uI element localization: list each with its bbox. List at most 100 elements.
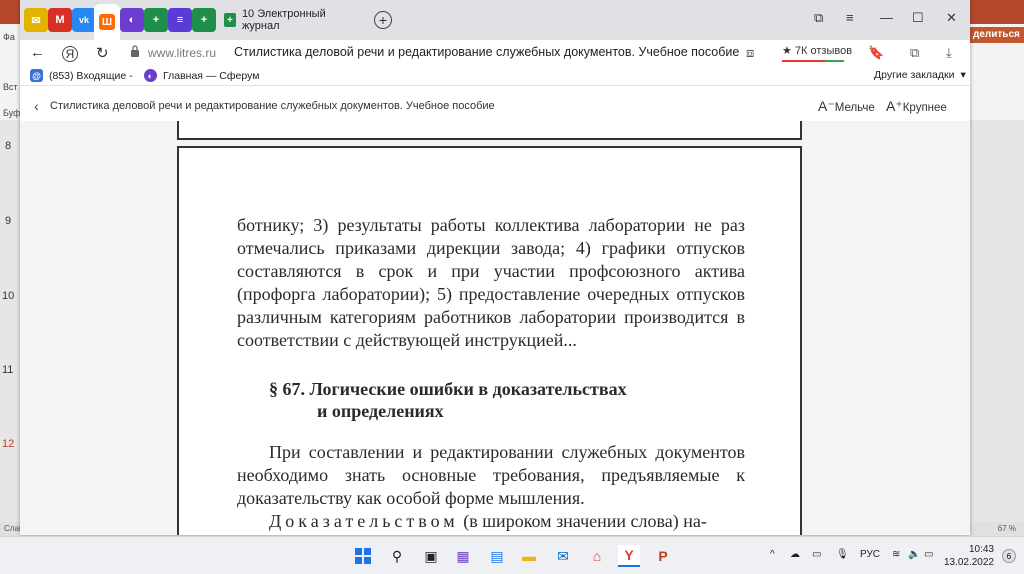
maximize-button[interactable]: ☐ [912,10,924,26]
reader-mode-icon[interactable]: ⧉ [910,45,919,61]
clock[interactable]: 10:43 13.02.2022 [944,543,994,569]
vk-icon: vk [78,15,89,25]
bookmark-label: (853) Входящие - [49,69,133,82]
windows-taskbar: ⚲ ▣ ▦ ▤ ▬ ✉ ⌂ Y P ^ ☁ ▭ 🎙 РУС ≋ 🔈 ▭ 10:4… [0,536,1024,574]
reviews-badge[interactable]: ★ 7К отзывов [782,44,852,62]
menu-icon[interactable]: ≡ [846,10,854,25]
mail-icon: @ [30,69,43,82]
search-icon[interactable]: ⚲ [386,545,408,567]
tab-list[interactable]: ≡ [168,8,192,32]
paragraph-text: ботнику; 3) результаты работы коллектива… [237,215,745,350]
clock-date: 13.02.2022 [943,557,994,568]
share-button[interactable]: делиться [969,27,1024,43]
extension-icon[interactable]: ⧈ [746,45,754,61]
new-tab-button[interactable]: + [374,11,392,29]
powerpoint-right-pane [972,120,1024,522]
tab-bar: ✉ M vk Ш ◐ + ≡ + + 10 Электронный журнал… [20,0,970,40]
gift-icon[interactable]: ⌂ [586,545,608,567]
mail-app-icon[interactable]: ✉ [552,545,574,567]
journal-icon: + [224,13,236,27]
tab-litres[interactable]: Ш [94,4,120,40]
gmail-icon: M [55,14,65,26]
font-bigger-icon: A⁺ [886,98,903,114]
bookmarks-bar: @ (853) Входящие - ◐ Главная — Сферум Др… [20,66,970,86]
bookmark-icon[interactable]: 🔖 [868,45,884,61]
windows-start-icon[interactable] [352,545,374,567]
yandex-browser-icon[interactable]: Y [618,545,640,567]
zoom-level[interactable]: 67 % [998,524,1016,533]
font-smaller-label: Мельче [834,102,875,114]
tab-mail[interactable]: ✉ [24,8,48,32]
other-bookmarks-label: Другие закладки [874,69,955,81]
sferum-icon: ◐ [144,69,157,82]
display-icon[interactable]: ▭ [812,549,821,560]
tab-dnevnik[interactable]: + [144,8,168,32]
dnevnik-icon: + [152,14,160,26]
book-paragraph: При составлении и редактировании служебн… [237,441,745,533]
ruler-mark: 11 [2,364,14,376]
bookmark-sferum[interactable]: ◐ Главная — Сферум [144,69,259,82]
font-bigger-button[interactable]: A⁺Крупнее [886,98,947,115]
tab-vk[interactable]: vk [72,8,96,32]
language-indicator[interactable]: РУС [860,549,880,560]
heading-line-2: и определениях [317,401,444,421]
book-paragraph: ботнику; 3) результаты работы коллектива… [237,214,745,352]
paragraph-text: При составлении и редактировании служебн… [237,442,745,508]
collections-icon[interactable]: ⧉ [814,10,823,26]
task-view-icon[interactable]: ▣ [420,545,442,567]
battery-icon[interactable]: ▭ [924,549,933,560]
chat-icon[interactable]: ▤ [486,545,508,567]
font-smaller-icon: A⁻ [818,98,835,114]
font-smaller-button[interactable]: A⁻Мельче [818,98,875,115]
file-explorer-icon[interactable]: ▬ [518,545,540,567]
wifi-icon[interactable]: ≋ [892,549,900,560]
chevron-left-icon[interactable]: ‹ [34,98,39,114]
bookmark-inbox[interactable]: @ (853) Входящие - [30,69,133,82]
notification-badge[interactable]: 6 [1002,549,1016,563]
reviews-rating-bar [782,60,844,62]
previous-page [177,121,802,140]
book-viewer[interactable]: ботнику; 3) результаты работы коллектива… [20,121,970,535]
mail-icon: ✉ [31,14,41,27]
cloud-icon[interactable]: ☁ [790,549,800,560]
tab-title: 10 Электронный журнал [241,8,326,32]
heading-line-1: § 67. Логические ошибки в доказательства… [269,379,627,399]
widgets-icon[interactable]: ▦ [452,545,474,567]
lock-icon [131,45,139,57]
ruler-mark: 8 [5,140,12,152]
clock-time: 10:43 [968,544,994,555]
chevron-up-icon[interactable]: ^ [770,549,775,560]
ruler-mark: 10 [2,290,15,302]
bookmark-label: Главная — Сферум [163,69,260,82]
microphone-icon[interactable]: 🎙 [836,549,849,560]
font-bigger-label: Крупнее [902,102,947,114]
ruler-mark: 12 [2,438,15,450]
powerpoint-icon[interactable]: P [652,545,674,567]
list-icon: ≡ [176,14,184,26]
vertical-ruler: 8 9 10 11 12 [0,120,20,535]
download-icon[interactable]: ⤓ [946,45,952,61]
book-page: ботнику; 3) результаты работы коллектива… [177,146,802,535]
paragraph-text: Доказательством (в широком значении слов… [237,510,745,533]
ribbon-label-file: Фа [3,32,15,42]
url-page-title[interactable]: Стилистика деловой речи и редактирование… [234,45,739,59]
dnevnik-icon: + [200,14,208,26]
yandex-icon[interactable]: Я [62,46,78,62]
tab-dnevnik-2[interactable]: + [192,8,216,32]
paragraph-rest: (в широком значении слова) на- [458,511,707,531]
back-arrow-icon[interactable]: ← [30,44,45,61]
sferum-icon: ◐ [128,14,136,26]
minimize-button[interactable]: — [880,10,893,25]
tab-gmail[interactable]: M [48,8,72,32]
close-button[interactable]: ✕ [946,10,957,26]
reader-book-title: Стилистика деловой речи и редактирование… [50,100,495,112]
ribbon-label-insert: Вст [3,82,18,92]
other-bookmarks[interactable]: Другие закладки ▾ [874,69,966,81]
volume-icon[interactable]: 🔈 [908,549,920,560]
reload-icon[interactable]: ↻ [96,44,109,62]
ribbon-label-clipboard: Буф [3,108,21,118]
tab-electronic-journal[interactable]: + 10 Электронный журнал [218,8,348,32]
tab-sferum[interactable]: ◐ [120,8,144,32]
url-host[interactable]: www.litres.ru [148,46,216,60]
ruler-mark: 9 [5,215,12,227]
